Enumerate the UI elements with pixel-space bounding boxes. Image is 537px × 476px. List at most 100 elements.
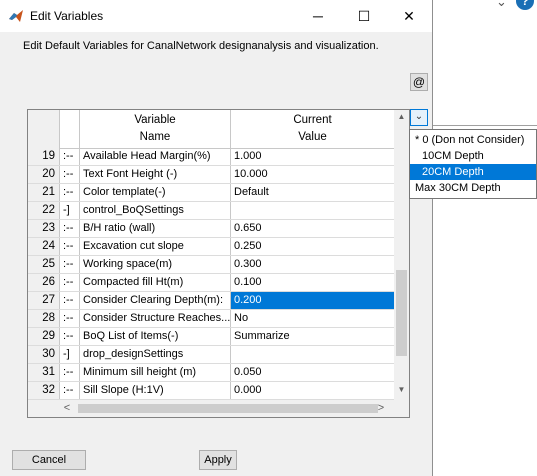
value-cell[interactable] bbox=[231, 346, 394, 363]
variable-name-cell: Compacted fill Ht(m) bbox=[80, 274, 231, 291]
table-row[interactable]: 23:-- B/H ratio (wall) 0.650 bbox=[28, 220, 394, 238]
current-value-header[interactable]: Current Value bbox=[231, 110, 394, 148]
tree-marker: -] bbox=[60, 202, 80, 219]
variable-name-header[interactable]: Variable Name bbox=[80, 110, 231, 148]
table-row[interactable]: 26:-- Compacted fill Ht(m) 0.100 bbox=[28, 274, 394, 292]
window-title: Edit Variables bbox=[30, 9, 104, 23]
value-cell[interactable]: 10.000 bbox=[231, 166, 394, 183]
tree-marker: :-- bbox=[60, 238, 80, 255]
help-icon[interactable]: ? bbox=[516, 0, 534, 10]
value-cell[interactable]: 0.300 bbox=[231, 256, 394, 273]
table-body: 19:-- Available Head Margin(%) 1.000 20:-- T… bbox=[28, 148, 394, 400]
table-row[interactable]: 22 -] control_BoQSettings bbox=[28, 202, 394, 220]
table-row[interactable]: 19:-- Available Head Margin(%) 1.000 bbox=[28, 148, 394, 166]
row-number: 29 bbox=[28, 328, 60, 345]
tree-marker: :-- bbox=[60, 274, 80, 291]
variable-name-cell: Consider Structure Reaches... bbox=[80, 310, 231, 327]
scroll-up-icon[interactable]: ▲ bbox=[394, 112, 409, 126]
background-panel bbox=[433, 12, 537, 476]
tree-marker: :-- bbox=[60, 184, 80, 201]
row-number: 30 bbox=[28, 346, 60, 363]
row-number: 23 bbox=[28, 220, 60, 237]
variable-name-cell: Sill Slope (H:1V) bbox=[80, 382, 231, 399]
tree-header bbox=[60, 110, 80, 148]
horizontal-scrollbar[interactable]: < > bbox=[28, 400, 394, 417]
table-row[interactable]: 31:-- Minimum sill height (m) 0.050 bbox=[28, 364, 394, 382]
tree-marker: :-- bbox=[60, 364, 80, 381]
header-label: Variable bbox=[134, 114, 176, 126]
maximize-button[interactable]: ☐ bbox=[341, 0, 387, 32]
table-row[interactable]: 20:-- Text Font Height (-) 10.000 bbox=[28, 166, 394, 184]
row-number: 21 bbox=[28, 184, 60, 201]
value-cell[interactable] bbox=[231, 202, 394, 219]
value-cell[interactable]: 0.000 bbox=[231, 382, 394, 399]
table-row[interactable]: 28:-- Consider Structure Reaches... No bbox=[28, 310, 394, 328]
variable-name-cell: Available Head Margin(%) bbox=[80, 148, 231, 165]
horizontal-scroll-thumb[interactable] bbox=[78, 404, 378, 413]
edit-variables-dialog: Edit Variables ─ ☐ ✕ Edit Default Variab… bbox=[0, 0, 433, 476]
scroll-right-icon[interactable]: > bbox=[374, 400, 388, 417]
variables-table: Variable Name Current Value 19:-- Availab… bbox=[27, 109, 410, 418]
table-row[interactable]: 29:-- BoQ List of Items(-) Summarize bbox=[28, 328, 394, 346]
table-row[interactable]: 24:-- Excavation cut slope 0.250 bbox=[28, 238, 394, 256]
dropdown-option[interactable]: 20CM Depth bbox=[410, 164, 536, 180]
table-row[interactable]: 27:-- Consider Clearing Depth(m): 0.200 bbox=[28, 292, 394, 310]
value-cell[interactable]: 1.000 bbox=[231, 148, 394, 165]
value-cell[interactable]: 0.100 bbox=[231, 274, 394, 291]
at-button[interactable]: @ bbox=[410, 73, 428, 91]
scroll-down-icon[interactable]: ▼ bbox=[394, 385, 409, 399]
header-label: Current bbox=[293, 114, 332, 126]
table-row[interactable]: 32:-- Sill Slope (H:1V) 0.000 bbox=[28, 382, 394, 400]
value-dropdown-list: * 0 (Don not Consider) 10CM Depth 20CM Dep… bbox=[409, 129, 537, 199]
row-number: 31 bbox=[28, 364, 60, 381]
minimize-button[interactable]: ─ bbox=[295, 0, 341, 32]
dropdown-toggle-button[interactable]: ⌄ bbox=[410, 109, 428, 126]
dropdown-option[interactable]: Max 30CM Depth bbox=[410, 180, 536, 196]
variable-name-cell: Consider Clearing Depth(m): bbox=[80, 292, 231, 309]
scroll-left-icon[interactable]: < bbox=[60, 400, 74, 417]
variable-name-cell: drop_designSettings bbox=[80, 346, 231, 363]
variable-name-cell: Excavation cut slope bbox=[80, 238, 231, 255]
variable-name-cell: Color template(-) bbox=[80, 184, 231, 201]
dialog-description: Edit Default Variables for CanalNetwork … bbox=[23, 40, 379, 52]
row-number: 28 bbox=[28, 310, 60, 327]
header-label: Name bbox=[139, 131, 171, 143]
value-cell[interactable]: No bbox=[231, 310, 394, 327]
tree-marker: :-- bbox=[60, 382, 80, 399]
value-cell[interactable]: Default bbox=[231, 184, 394, 201]
tree-marker: :-- bbox=[60, 310, 80, 327]
value-cell[interactable]: 0.650 bbox=[231, 220, 394, 237]
close-button[interactable]: ✕ bbox=[386, 0, 432, 32]
variable-name-cell: Minimum sill height (m) bbox=[80, 364, 231, 381]
row-number: 20 bbox=[28, 166, 60, 183]
row-number: 26 bbox=[28, 274, 60, 291]
table-row[interactable]: 30 -] drop_designSettings bbox=[28, 346, 394, 364]
chevron-down-icon[interactable]: ⌄ bbox=[496, 0, 507, 10]
value-cell[interactable]: 0.200 bbox=[231, 292, 394, 309]
table-header: Variable Name Current Value bbox=[28, 110, 394, 149]
header-label: Value bbox=[298, 131, 327, 143]
scrollbar-corner bbox=[394, 400, 409, 417]
value-cell[interactable]: Summarize bbox=[231, 328, 394, 345]
table-row[interactable]: 25:-- Working space(m) 0.300 bbox=[28, 256, 394, 274]
tree-marker: :-- bbox=[60, 220, 80, 237]
dropdown-option[interactable]: 10CM Depth bbox=[410, 148, 536, 164]
dropdown-option[interactable]: * 0 (Don not Consider) bbox=[410, 132, 536, 148]
value-cell[interactable]: 0.250 bbox=[231, 238, 394, 255]
variable-name-cell: BoQ List of Items(-) bbox=[80, 328, 231, 345]
row-number: 27 bbox=[28, 292, 60, 309]
matlab-icon bbox=[9, 10, 23, 22]
vertical-scrollbar[interactable]: ▲ ▼ bbox=[394, 110, 409, 400]
apply-button[interactable]: Apply bbox=[199, 450, 237, 470]
background-app: ⌄ ? bbox=[433, 0, 537, 476]
table-row[interactable]: 21:-- Color template(-) Default bbox=[28, 184, 394, 202]
row-number: 19 bbox=[28, 148, 60, 165]
tree-marker: :-- bbox=[60, 148, 80, 165]
tree-marker: :-- bbox=[60, 166, 80, 183]
title-bar[interactable]: Edit Variables ─ ☐ ✕ bbox=[0, 0, 432, 32]
vertical-scroll-thumb[interactable] bbox=[396, 270, 407, 356]
cancel-button[interactable]: Cancel bbox=[12, 450, 86, 470]
row-number: 22 bbox=[28, 202, 60, 219]
tree-marker: :-- bbox=[60, 328, 80, 345]
value-cell[interactable]: 0.050 bbox=[231, 364, 394, 381]
